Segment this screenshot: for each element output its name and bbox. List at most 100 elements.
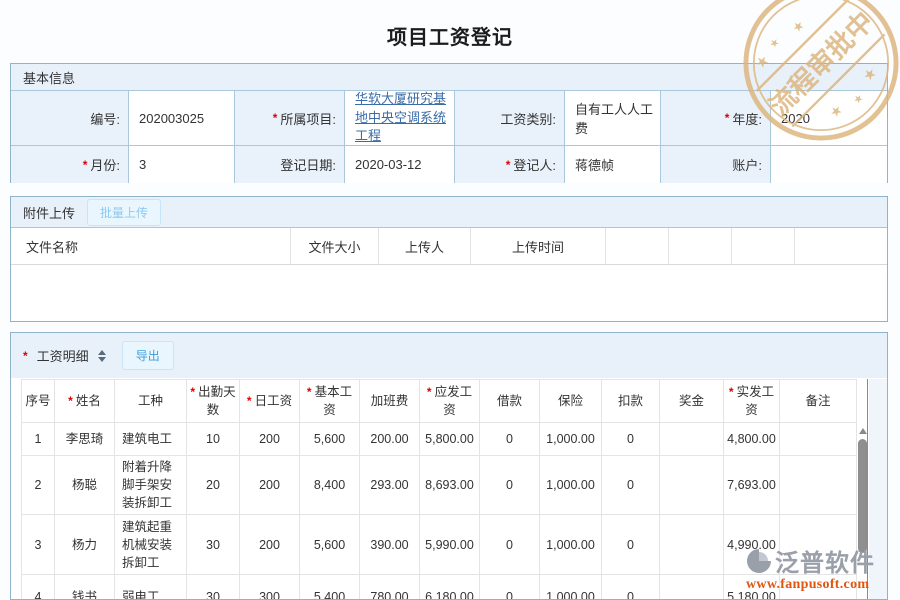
sort-toggle-icon[interactable] bbox=[98, 350, 106, 362]
table-row: 4钱书弱电工303005,400780.006,180.0001,000.000… bbox=[22, 575, 857, 600]
salary-cell bbox=[660, 515, 724, 575]
salary-cell bbox=[780, 515, 857, 575]
field-value: 202003025 bbox=[129, 91, 235, 146]
salary-cell: 4,800.00 bbox=[724, 423, 780, 456]
salary-cell: 0 bbox=[480, 515, 540, 575]
salary-cell: 建筑电工 bbox=[115, 423, 187, 456]
project-link[interactable]: 华软大厦研究基地中央空调系统工程 bbox=[355, 91, 454, 146]
salary-cell: 0 bbox=[602, 515, 660, 575]
salary-cell: 1,000.00 bbox=[540, 515, 602, 575]
salary-cell: 200 bbox=[240, 515, 300, 575]
field-value: 蒋德帧 bbox=[565, 146, 661, 183]
salary-cell: 20 bbox=[187, 456, 240, 515]
attachments-section-header: 附件上传 批量上传 bbox=[11, 197, 887, 228]
salary-cell: 0 bbox=[602, 456, 660, 515]
attachments-table-header: 文件名称文件大小上传人上传时间 bbox=[11, 228, 887, 265]
salary-cell: 10 bbox=[187, 423, 240, 456]
salary-cell: 1 bbox=[22, 423, 55, 456]
salary-column-header: *基本工资 bbox=[300, 380, 360, 423]
salary-cell: 建筑起重机械安装拆卸工 bbox=[115, 515, 187, 575]
scroll-up-arrow-icon[interactable] bbox=[859, 428, 867, 434]
salary-cell: 200.00 bbox=[360, 423, 420, 456]
field-value: 华软大厦研究基地中央空调系统工程 bbox=[345, 91, 455, 146]
salary-cell: 5,600 bbox=[300, 515, 360, 575]
salary-cell: 6,180.00 bbox=[420, 575, 480, 600]
salary-cell: 0 bbox=[602, 423, 660, 456]
salary-cell: 200 bbox=[240, 456, 300, 515]
field-label: *所属项目: bbox=[235, 91, 345, 146]
salary-column-header: *实发工资 bbox=[724, 380, 780, 423]
attachment-column-header: 上传人 bbox=[379, 228, 471, 265]
salary-table: 序号*姓名工种*出勤天数*日工资*基本工资加班费*应发工资借款保险扣款奖金*实发… bbox=[21, 379, 857, 600]
batch-upload-button[interactable]: 批量上传 bbox=[87, 199, 161, 226]
salary-cell: 杨聪 bbox=[55, 456, 115, 515]
required-star: * bbox=[506, 158, 511, 172]
salary-column-header: 加班费 bbox=[360, 380, 420, 423]
field-value: 2020-03-12 bbox=[345, 146, 455, 183]
salary-cell: 780.00 bbox=[360, 575, 420, 600]
salary-cell bbox=[660, 423, 724, 456]
field-value: 自有工人人工费 bbox=[565, 91, 661, 146]
salary-cell: 5,990.00 bbox=[420, 515, 480, 575]
attachment-column-header bbox=[606, 228, 669, 265]
salary-cell: 杨力 bbox=[55, 515, 115, 575]
attachments-title: 附件上传 bbox=[23, 203, 75, 222]
salary-cell bbox=[660, 575, 724, 600]
required-star: * bbox=[190, 385, 195, 399]
attachment-column-header bbox=[669, 228, 732, 265]
basic-info-title: 基本信息 bbox=[23, 68, 75, 87]
salary-column-header: *日工资 bbox=[240, 380, 300, 423]
field-label: *登记人: bbox=[455, 146, 565, 183]
scrollbar-thumb[interactable] bbox=[858, 439, 867, 553]
required-star: * bbox=[725, 111, 730, 125]
table-right-gutter bbox=[869, 379, 887, 599]
field-label: 编号: bbox=[11, 91, 129, 146]
vertical-scrollbar[interactable] bbox=[857, 379, 867, 600]
salary-cell: 293.00 bbox=[360, 456, 420, 515]
salary-cell: 1,000.00 bbox=[540, 456, 602, 515]
salary-cell: 0 bbox=[602, 575, 660, 600]
salary-cell: 200 bbox=[240, 423, 300, 456]
attachment-column-header: 上传时间 bbox=[471, 228, 606, 265]
table-row: 3杨力建筑起重机械安装拆卸工302005,600390.005,990.0001… bbox=[22, 515, 857, 575]
field-label: 工资类别: bbox=[455, 91, 565, 146]
page-title: 项目工资登记 bbox=[0, 21, 900, 50]
salary-column-header: 序号 bbox=[22, 380, 55, 423]
salary-cell: 30 bbox=[187, 515, 240, 575]
required-star: * bbox=[247, 394, 252, 408]
salary-column-header: 备注 bbox=[780, 380, 857, 423]
salary-cell: 5,180.00 bbox=[724, 575, 780, 600]
basic-info-section-header: 基本信息 bbox=[11, 64, 887, 91]
attachment-column-header: 文件名称 bbox=[11, 228, 291, 265]
salary-cell bbox=[660, 456, 724, 515]
basic-info-grid: 编号:202003025*所属项目:华软大厦研究基地中央空调系统工程工资类别:自… bbox=[11, 91, 887, 183]
salary-cell: 0 bbox=[480, 423, 540, 456]
field-value: 2020 bbox=[771, 91, 887, 146]
salary-cell: 0 bbox=[480, 456, 540, 515]
required-star: * bbox=[273, 111, 278, 125]
salary-cell: 30 bbox=[187, 575, 240, 600]
table-row: 1李思琦建筑电工102005,600200.005,800.0001,000.0… bbox=[22, 423, 857, 456]
salary-cell: 300 bbox=[240, 575, 300, 600]
salary-column-header: 扣款 bbox=[602, 380, 660, 423]
salary-detail-section: * 工资明细 导出 序号*姓名工种*出勤天数*日工资*基本工资加班费*应发工资借… bbox=[10, 332, 888, 600]
salary-column-header: *姓名 bbox=[55, 380, 115, 423]
export-button[interactable]: 导出 bbox=[122, 341, 174, 370]
attachment-column-header: 文件大小 bbox=[291, 228, 379, 265]
salary-column-header: 工种 bbox=[115, 380, 187, 423]
attachments-section: 附件上传 批量上传 文件名称文件大小上传人上传时间 bbox=[10, 196, 888, 322]
salary-table-header-row: 序号*姓名工种*出勤天数*日工资*基本工资加班费*应发工资借款保险扣款奖金*实发… bbox=[22, 380, 857, 423]
required-star: * bbox=[68, 394, 73, 408]
field-label: *月份: bbox=[11, 146, 129, 183]
salary-cell: 1,000.00 bbox=[540, 423, 602, 456]
table-row: 2杨聪附着升降脚手架安装拆卸工202008,400293.008,693.000… bbox=[22, 456, 857, 515]
attachment-column-header bbox=[795, 228, 887, 265]
field-label: 登记日期: bbox=[235, 146, 345, 183]
salary-cell: 3 bbox=[22, 515, 55, 575]
field-label: 账户: bbox=[661, 146, 771, 183]
salary-cell: 附着升降脚手架安装拆卸工 bbox=[115, 456, 187, 515]
salary-cell: 2 bbox=[22, 456, 55, 515]
attachment-column-header bbox=[732, 228, 795, 265]
wage-registration-page: 项目工资登记 流程审批中 ★ ★ ★ ★ ★ ★ 基本信息 编号:2020030… bbox=[0, 0, 900, 600]
salary-cell: 李思琦 bbox=[55, 423, 115, 456]
